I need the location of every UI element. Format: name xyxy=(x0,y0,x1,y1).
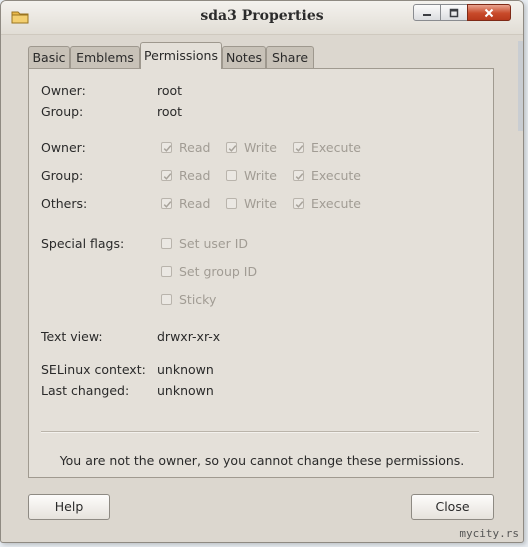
owner-execute-label: Execute xyxy=(311,140,361,155)
tab-permissions[interactable]: Permissions xyxy=(140,42,222,69)
group-execute-label: Execute xyxy=(311,168,361,183)
owner-read-label: Read xyxy=(179,140,211,155)
tab-basic[interactable]: Basic xyxy=(28,46,70,68)
set-group-id-label: Set group ID xyxy=(179,264,258,279)
minimize-button[interactable] xyxy=(413,4,441,21)
others-read-checkbox[interactable] xyxy=(161,198,172,209)
last-changed-label: Last changed: xyxy=(41,383,130,398)
tab-label: Share xyxy=(271,50,309,65)
set-user-id-checkbox[interactable] xyxy=(161,238,172,249)
group-read-checkbox[interactable] xyxy=(161,170,172,181)
tab-share[interactable]: Share xyxy=(266,46,314,68)
permissions-panel xyxy=(28,68,494,478)
group-write-label: Write xyxy=(244,168,278,183)
owner-value: root xyxy=(157,83,183,98)
sticky-checkbox[interactable] xyxy=(161,294,172,305)
owner-label: Owner: xyxy=(41,83,86,98)
tab-emblems[interactable]: Emblems xyxy=(70,46,140,68)
checkmark-icon xyxy=(295,201,304,208)
last-changed-value: unknown xyxy=(157,383,214,398)
tab-label: Notes xyxy=(225,50,263,65)
owner-write-checkbox[interactable] xyxy=(226,142,237,153)
separator xyxy=(41,431,479,433)
owner-read-checkbox[interactable] xyxy=(161,142,172,153)
owner-permissions-label: Owner: xyxy=(41,140,86,155)
window-edge xyxy=(518,41,523,131)
checkmark-icon xyxy=(295,145,304,152)
minimize-icon xyxy=(423,13,431,16)
owner-execute-checkbox[interactable] xyxy=(293,142,304,153)
checkmark-icon xyxy=(228,145,237,152)
text-view-value: drwxr-xr-x xyxy=(157,329,221,344)
tab-label: Permissions xyxy=(144,48,218,63)
close-button-label: Close xyxy=(435,499,470,514)
close-button[interactable]: Close xyxy=(411,494,494,520)
group-write-checkbox[interactable] xyxy=(226,170,237,181)
selinux-context-value: unknown xyxy=(157,362,214,377)
text-view-label: Text view: xyxy=(41,329,103,344)
set-user-id-label: Set user ID xyxy=(179,236,249,251)
checkmark-icon xyxy=(163,173,172,180)
others-write-label: Write xyxy=(244,196,278,211)
owner-write-label: Write xyxy=(244,140,278,155)
maximize-icon xyxy=(449,8,459,17)
group-read-label: Read xyxy=(179,168,211,183)
group-execute-checkbox[interactable] xyxy=(293,170,304,181)
selinux-context-label: SELinux context: xyxy=(41,362,146,377)
window-controls xyxy=(413,4,511,21)
help-button[interactable]: Help xyxy=(28,494,110,520)
sticky-label: Sticky xyxy=(179,292,217,307)
others-permissions-label: Others: xyxy=(41,196,88,211)
checkmark-icon xyxy=(295,173,304,180)
set-group-id-checkbox[interactable] xyxy=(161,266,172,277)
permission-notice: You are not the owner, so you cannot cha… xyxy=(59,453,465,468)
close-icon xyxy=(484,8,494,17)
group-value: root xyxy=(157,104,183,119)
checkmark-icon xyxy=(163,145,172,152)
others-execute-checkbox[interactable] xyxy=(293,198,304,209)
watermark: mycity.rs xyxy=(459,527,519,540)
help-button-label: Help xyxy=(54,499,84,514)
tab-label: Emblems xyxy=(76,50,134,65)
checkmark-icon xyxy=(163,201,172,208)
title-bar[interactable]: sda3 Properties xyxy=(1,1,523,35)
tab-label: Basic xyxy=(32,50,66,65)
group-permissions-label: Group: xyxy=(41,168,84,183)
others-write-checkbox[interactable] xyxy=(226,198,237,209)
tab-notes[interactable]: Notes xyxy=(222,46,266,68)
properties-dialog: sda3 Properties Basic Emblems Permission… xyxy=(0,0,524,543)
special-flags-label: Special flags: xyxy=(41,236,125,251)
close-window-button[interactable] xyxy=(467,4,511,21)
others-read-label: Read xyxy=(179,196,211,211)
group-label: Group: xyxy=(41,104,84,119)
others-execute-label: Execute xyxy=(311,196,361,211)
maximize-button[interactable] xyxy=(440,4,468,21)
